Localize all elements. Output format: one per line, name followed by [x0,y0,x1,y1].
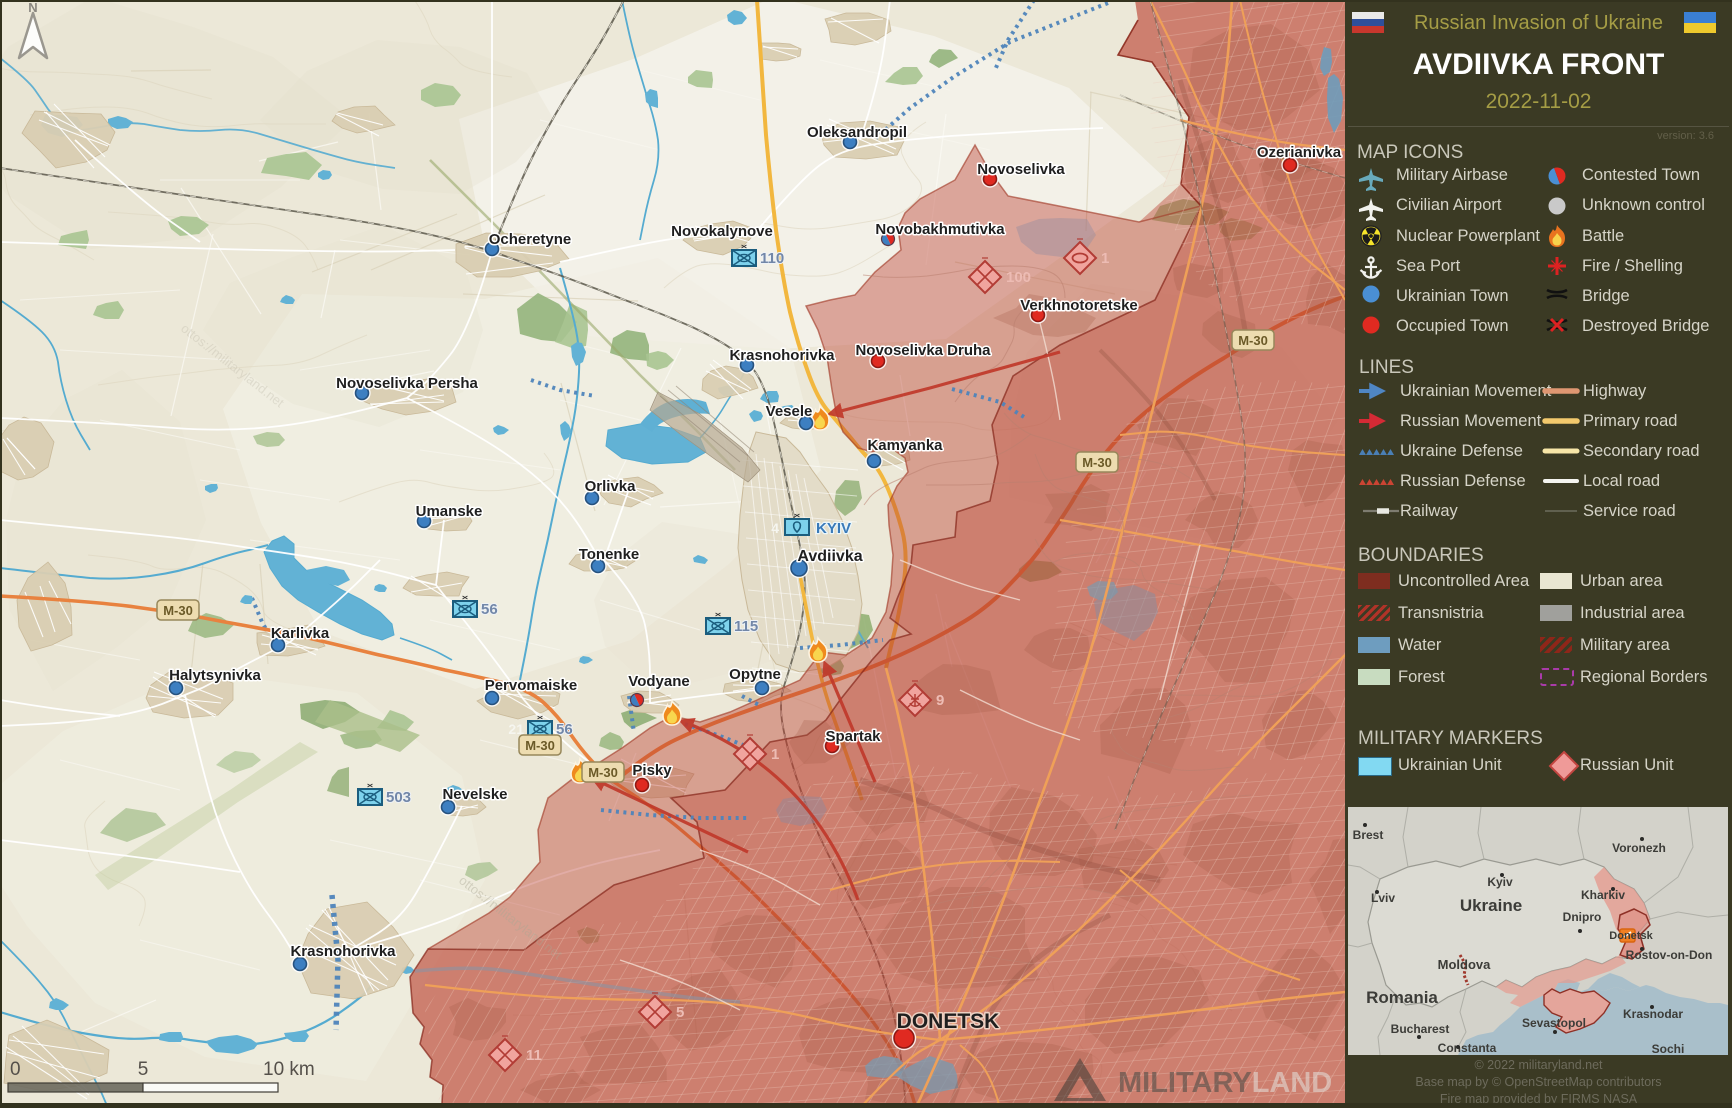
svg-text:110: 110 [760,250,784,267]
svg-text:Vodyane: Vodyane [628,673,689,690]
svg-text:M-30: M-30 [163,603,193,618]
svg-text:M-30: M-30 [525,738,555,753]
svg-text:Novobakhmutivka: Novobakhmutivka [875,221,1005,238]
svg-text:Ozerianivka: Ozerianivka [1257,144,1342,161]
svg-text:Brest: Brest [1353,828,1384,842]
svg-text:1: 1 [1101,250,1109,267]
svg-text:11: 11 [526,1047,542,1064]
svg-text:Voronezh: Voronezh [1612,841,1666,855]
svg-text:Kamyanka: Kamyanka [867,437,943,454]
svg-text:Karlivka: Karlivka [271,625,330,642]
svg-text:Kyiv: Kyiv [1487,875,1513,889]
svg-text:Opytne: Opytne [729,666,781,683]
svg-text:Spartak: Spartak [825,728,881,745]
svg-text:M-30: M-30 [1082,455,1112,470]
svg-text:Sochi: Sochi [1652,1042,1685,1055]
svg-text:Lviv: Lviv [1371,891,1395,905]
svg-text:Rostov-on-Don: Rostov-on-Don [1626,948,1713,962]
svg-text:100: 100 [1006,269,1031,286]
svg-text:Tonenke: Tonenke [579,546,640,563]
svg-text:Oleksandropil: Oleksandropil [807,124,907,141]
svg-text:Krasnohorivka: Krasnohorivka [729,347,835,364]
svg-text:Bucharest: Bucharest [1391,1022,1450,1036]
svg-text:Novokalynove: Novokalynove [671,223,773,240]
svg-text:N: N [28,0,37,15]
svg-text:Moldova: Moldova [1438,957,1491,972]
svg-text:5: 5 [676,1004,684,1021]
svg-text:MILITARYLAND: MILITARYLAND [1118,1067,1332,1099]
svg-text:Verkhnotoretske: Verkhnotoretske [1020,297,1138,314]
svg-text:KYIV: KYIV [816,520,851,537]
svg-text:Novoselivka Druha: Novoselivka Druha [855,342,991,359]
svg-text:4: 4 [771,520,779,536]
svg-text:56: 56 [481,601,498,618]
svg-text:Kharkiv: Kharkiv [1581,888,1625,902]
svg-text:M-30: M-30 [588,765,618,780]
svg-text:Nevelske: Nevelske [442,786,507,803]
svg-text:Ocheretyne: Ocheretyne [489,231,572,248]
svg-text:Orlivka: Orlivka [585,478,637,495]
svg-text:Novoselivka Persha: Novoselivka Persha [336,375,478,392]
svg-text:M-30: M-30 [1238,333,1268,348]
svg-text:Pisky: Pisky [632,762,672,779]
svg-text:10 km: 10 km [263,1059,315,1080]
svg-text:Novoselivka: Novoselivka [977,161,1065,178]
svg-text:Pervomaiske: Pervomaiske [485,677,578,694]
svg-text:503: 503 [386,789,411,806]
svg-text:Avdiivka: Avdiivka [797,548,862,565]
svg-text:5: 5 [138,1059,149,1080]
svg-text:Constanta: Constanta [1438,1041,1497,1055]
svg-text:9: 9 [936,692,944,709]
svg-text:Krasnodar: Krasnodar [1623,1007,1683,1021]
svg-text:Sevastopol: Sevastopol [1522,1016,1586,1030]
svg-text:1: 1 [771,746,779,763]
svg-text:Dnipro: Dnipro [1563,910,1602,924]
svg-text:0: 0 [10,1059,21,1080]
svg-text:Donetsk: Donetsk [1609,930,1653,942]
svg-text:DONETSK: DONETSK [897,1010,1000,1033]
svg-text:Vesele: Vesele [766,403,813,420]
svg-text:Umanske: Umanske [416,503,483,520]
svg-text:Romania: Romania [1366,988,1438,1007]
svg-text:115: 115 [734,618,758,635]
svg-text:Krasnohorivka: Krasnohorivka [290,943,396,960]
svg-text:Ukraine: Ukraine [1460,896,1522,915]
svg-text:Halytsynivka: Halytsynivka [169,667,261,684]
